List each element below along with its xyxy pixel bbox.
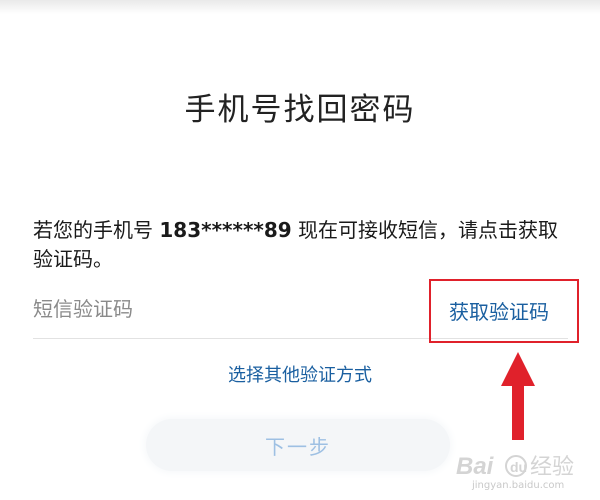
page-title: 手机号找回密码 xyxy=(184,92,416,128)
get-code-button[interactable]: 获取验证码 xyxy=(429,282,569,338)
top-edge-shadow xyxy=(0,0,600,14)
watermark-brand-text: Bai xyxy=(456,453,495,480)
password-recovery-screen: 手机号找回密码 若您的手机号 183******89 现在可接收短信，请点击获取… xyxy=(0,0,600,500)
sms-code-input[interactable] xyxy=(33,292,413,326)
svg-text:du: du xyxy=(510,459,527,475)
instruction-prefix: 若您的手机号 xyxy=(33,218,160,242)
sms-code-row: 获取验证码 xyxy=(33,282,568,339)
watermark-brand-suffix: 经验 xyxy=(530,455,574,480)
red-arrow-up-icon xyxy=(501,352,535,440)
masked-phone-number: 183******89 xyxy=(159,218,292,242)
next-step-button[interactable]: 下一步 xyxy=(146,419,450,471)
sms-instruction: 若您的手机号 183******89 现在可接收短信，请点击获取验证码。 xyxy=(33,216,568,274)
watermark-url: jingyan.baidu.com xyxy=(472,480,565,491)
